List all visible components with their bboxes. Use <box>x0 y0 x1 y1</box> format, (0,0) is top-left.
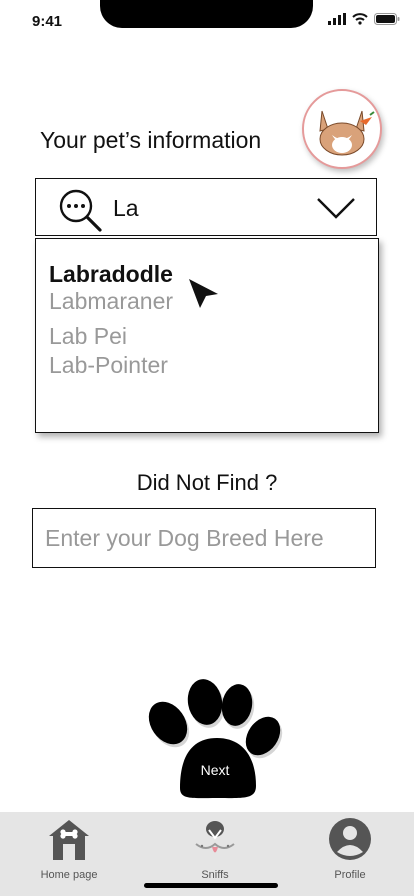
page-title: Your pet’s information <box>40 127 262 153</box>
dropdown-option[interactable]: Labmaraner <box>49 288 173 315</box>
dropdown-option[interactable]: Lab-Pointer <box>49 352 168 379</box>
next-button-label: Next <box>200 762 230 778</box>
corgi-avatar-icon <box>319 110 375 156</box>
wifi-icon <box>352 13 368 25</box>
tab-label: Home page <box>40 869 98 881</box>
breed-dropdown-list: Labradodle Labmaraner Lab Pei Lab-Pointe… <box>35 238 379 433</box>
status-time: 9:41 <box>32 13 63 30</box>
chevron-down-icon[interactable] <box>316 196 356 225</box>
home-icon <box>49 820 89 860</box>
status-bar: 9:41 <box>0 0 414 44</box>
profile-icon <box>329 818 371 860</box>
next-button[interactable]: Next <box>140 678 290 806</box>
did-not-find-label: Did Not Find ? <box>136 470 278 495</box>
device-notch <box>100 0 313 28</box>
battery-icon <box>374 13 400 25</box>
dropdown-option[interactable]: Lab Pei <box>49 323 127 350</box>
search-input-value[interactable]: La <box>113 195 139 222</box>
mouse-pointer-icon <box>186 276 222 317</box>
tab-label: Profile <box>334 869 366 881</box>
status-icons <box>328 13 400 25</box>
pet-avatar[interactable] <box>302 89 382 169</box>
signal-icon <box>328 13 346 25</box>
tab-sniffs[interactable]: Sniffs <box>160 816 270 881</box>
breed-search-box[interactable]: La <box>35 178 377 236</box>
search-icon <box>58 188 104 239</box>
tab-home-page[interactable]: Home page <box>14 816 124 881</box>
home-indicator <box>144 883 278 888</box>
paw-icon <box>148 679 283 799</box>
tab-profile[interactable]: Profile <box>295 816 405 881</box>
dog-face-icon <box>195 821 235 853</box>
dropdown-option-selected[interactable]: Labradodle <box>49 261 173 288</box>
tab-label: Sniffs <box>201 869 229 881</box>
custom-breed-input[interactable] <box>32 508 376 568</box>
